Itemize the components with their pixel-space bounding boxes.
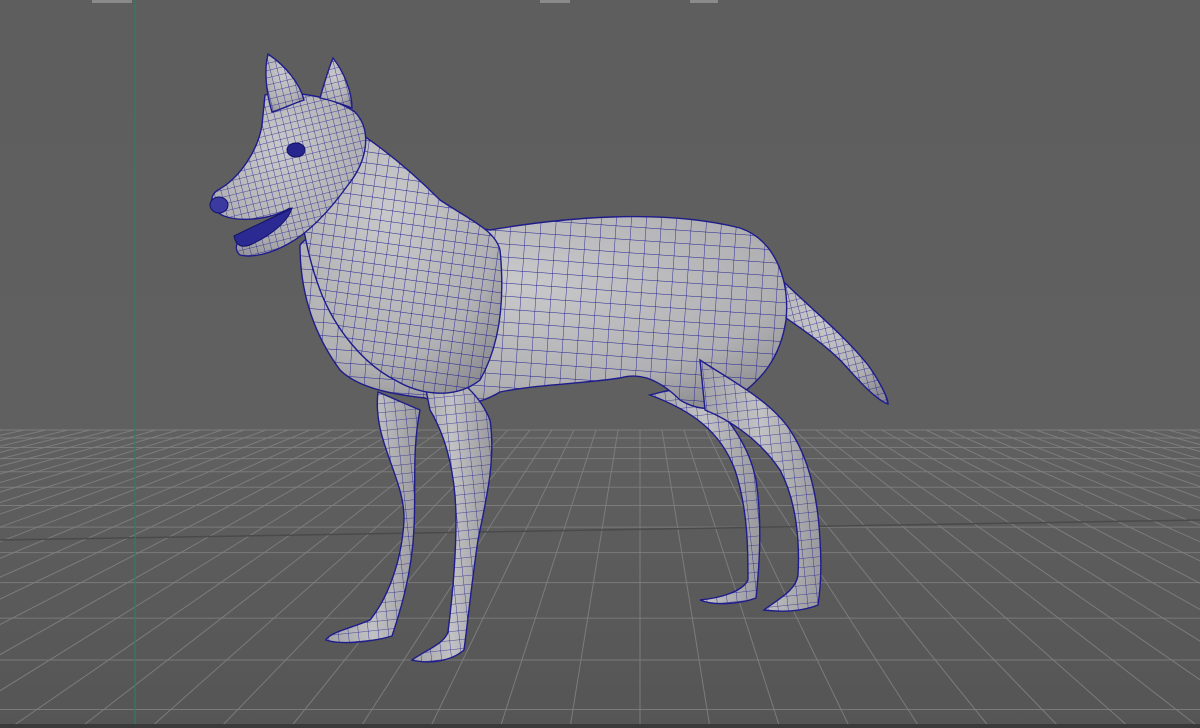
grid-line bbox=[815, 429, 1200, 728]
grid-line bbox=[0, 429, 91, 453]
ground-grid bbox=[0, 429, 1200, 728]
grid-line bbox=[0, 429, 333, 578]
grid-line bbox=[0, 429, 355, 600]
grid-line bbox=[991, 429, 1200, 512]
grid-line bbox=[0, 429, 245, 515]
grid-line bbox=[661, 429, 711, 728]
grid-line bbox=[947, 429, 1200, 543]
grid-center-line bbox=[0, 519, 1200, 541]
viewport-bottom-edge bbox=[0, 724, 1200, 728]
dog-model[interactable] bbox=[209, 52, 889, 663]
grid-line bbox=[0, 429, 399, 656]
grid-line bbox=[429, 429, 575, 728]
eye bbox=[286, 142, 306, 158]
grid-line bbox=[0, 429, 69, 447]
grid-line bbox=[1079, 429, 1200, 468]
near-front-leg[interactable] bbox=[410, 358, 493, 663]
grid-line bbox=[1101, 429, 1200, 460]
grid-line bbox=[0, 429, 157, 475]
grid-line bbox=[925, 429, 1200, 562]
nose bbox=[209, 196, 229, 214]
viewport-canvas[interactable] bbox=[0, 0, 1200, 728]
grid-line bbox=[0, 429, 421, 692]
grid-line bbox=[859, 429, 1200, 642]
grid-line bbox=[903, 429, 1200, 584]
grid-line bbox=[881, 429, 1200, 611]
grid-line bbox=[9, 429, 443, 728]
grid-line bbox=[0, 429, 201, 493]
grid-line bbox=[0, 429, 3, 431]
grid-line bbox=[569, 429, 619, 728]
grid-line bbox=[0, 429, 223, 504]
viewport-panel[interactable] bbox=[0, 0, 1200, 728]
grid-line bbox=[705, 429, 851, 728]
near-back-leg[interactable] bbox=[699, 358, 822, 612]
grid-line bbox=[0, 429, 47, 442]
grid-line bbox=[499, 429, 597, 728]
grid-line bbox=[683, 429, 781, 728]
tail[interactable] bbox=[768, 265, 889, 405]
grid-line bbox=[1035, 429, 1200, 488]
